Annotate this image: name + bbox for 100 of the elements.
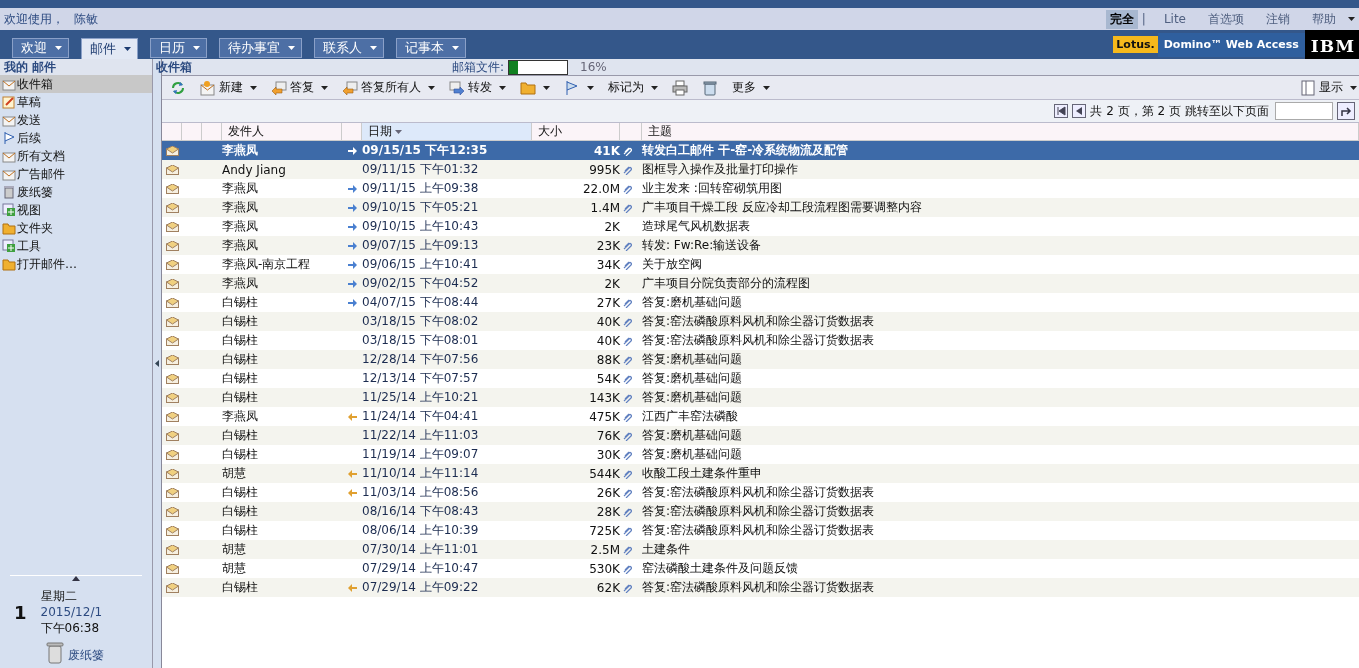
message-row[interactable]: 李燕凤 09/10/15 上午10:43 2K 造球尾气风机数据表 [162, 217, 1359, 236]
caret-icon[interactable] [1348, 17, 1355, 21]
message-row[interactable]: 李燕凤 09/02/15 下午04:52 2K 广丰项目分院负责部分的流程图 [162, 274, 1359, 293]
toolbar-button[interactable] [700, 79, 720, 96]
header-link[interactable]: 注销 [1262, 9, 1294, 29]
date-cell-text: 07/29/14 上午10:47 [362, 560, 480, 577]
message-row[interactable]: 白锡柱 11/25/14 上午10:21 143K 答复:磨机基础问题 [162, 388, 1359, 407]
envelope-icon [165, 373, 179, 384]
caret-icon [321, 85, 328, 90]
toolbar-button[interactable]: 答复 [269, 79, 330, 96]
message-row[interactable]: 白锡柱 03/18/15 下午08:02 40K 答复:窑法磷酸原料风机和除尘器订货数据表 [162, 312, 1359, 331]
column-header[interactable]: 日期 [362, 123, 532, 140]
date-cell-text: 09/02/15 下午04:52 [362, 275, 480, 292]
message-row[interactable]: 胡慧 07/29/14 上午10:47 530K 窑法磷酸土建条件及问题反馈 [162, 559, 1359, 578]
sidebar-item[interactable]: 打开邮件… [0, 255, 152, 273]
size-cell-text: 34K [595, 257, 620, 272]
message-row[interactable]: 白锡柱 11/19/14 上午09:07 30K 答复:磨机基础问题 [162, 445, 1359, 464]
column-header[interactable]: 大小 [532, 123, 620, 140]
envelope-icon [165, 316, 179, 327]
sidebar-item[interactable]: 收件箱 [0, 75, 152, 93]
sidebar-item[interactable]: 所有文档 [0, 147, 152, 165]
nav-tab[interactable]: 邮件 [81, 38, 138, 59]
subject-cell-text: 答复:磨机基础问题 [642, 389, 744, 406]
size-cell-text: 995K [588, 162, 620, 177]
date-cell-text: 11/25/14 上午10:21 [362, 389, 480, 406]
sidebar-item[interactable]: 工具 [0, 237, 152, 255]
message-row[interactable]: 白锡柱 08/16/14 下午08:43 28K 答复:窑法磷酸原料风机和除尘器订货数据表 [162, 502, 1359, 521]
message-row[interactable]: 李燕凤 09/10/15 下午05:21 1.4M 广丰项目干燥工段 反应冷却工段流程图需要调整内容 [162, 198, 1359, 217]
toolbar-button[interactable]: 更多 [730, 79, 772, 96]
toolbar-button[interactable]: 答复所有人 [340, 79, 437, 96]
nav-tab[interactable]: 记事本 [396, 38, 466, 58]
column-header[interactable]: 发件人 [222, 123, 342, 140]
date-cell-text: 07/30/14 上午11:01 [362, 541, 480, 558]
message-row[interactable]: 白锡柱 07/29/14 上午09:22 62K 答复:窑法磷酸原料风机和除尘器订货数据表 [162, 578, 1359, 597]
size-cell-text: 40K [595, 314, 620, 329]
message-row[interactable]: 白锡柱 12/13/14 下午07:57 54K 答复:磨机基础问题 [162, 369, 1359, 388]
envelope-icon [165, 335, 179, 346]
message-row[interactable]: 白锡柱 11/03/14 上午08:56 26K 答复:窑法磷酸原料风机和除尘器订货数据表 [162, 483, 1359, 502]
toolbar-button[interactable] [518, 79, 552, 96]
sidebar-item[interactable]: 废纸篓 [0, 183, 152, 201]
envelope-icon [2, 113, 16, 127]
message-row[interactable]: 白锡柱 08/06/14 上午10:39 725K 答复:窑法磷酸原料风机和除尘器订货数据表 [162, 521, 1359, 540]
message-row[interactable]: Andy Jiang 09/11/15 下午01:32 995K 图框导入操作及批量打印操作 [162, 160, 1359, 179]
collapse-icon[interactable] [72, 576, 80, 581]
trash-link[interactable]: 废纸篓 [68, 647, 104, 664]
sidebar-item[interactable]: 草稿 [0, 93, 152, 111]
envelope-icon [165, 164, 179, 175]
message-row[interactable]: 胡慧 11/10/14 上午11:14 544K 收酸工段土建条件重申 [162, 464, 1359, 483]
toolbar-button[interactable]: 新建 [198, 79, 259, 96]
sidebar-item[interactable]: 文件夹 [0, 219, 152, 237]
sender-cell-text: 白锡柱 [222, 370, 259, 387]
header-link[interactable]: Lite [1159, 11, 1190, 27]
header-link[interactable]: 首选项 [1204, 9, 1248, 29]
caret-icon [288, 46, 295, 50]
nav-tab[interactable]: 日历 [150, 38, 207, 58]
header-link[interactable]: 完全 [1105, 9, 1138, 29]
message-row[interactable]: 李燕凤 09/15/15 下午12:35 41K 转发白工邮件 干-窑-冷系统物流及配管 [162, 141, 1359, 160]
message-row[interactable]: 白锡柱 03/18/15 下午08:01 40K 答复:窑法磷酸原料风机和除尘器订货数据表 [162, 331, 1359, 350]
size-cell-text: 76K [595, 428, 620, 443]
message-row[interactable]: 胡慧 07/30/14 上午11:01 2.5M 土建条件 [162, 540, 1359, 559]
toolbar-button[interactable]: 转发 [447, 79, 508, 96]
trash-icon [2, 185, 16, 199]
collapse-icon[interactable] [155, 360, 159, 367]
message-row[interactable]: 白锡柱 11/22/14 上午11:03 76K 答复:磨机基础问题 [162, 426, 1359, 445]
subject-cell-text: 答复:窑法磷酸原料风机和除尘器订货数据表 [642, 579, 876, 596]
message-row[interactable]: 李燕凤-南京工程 09/06/15 上午10:41 34K 关于放空阀 [162, 255, 1359, 274]
caret-icon [587, 85, 594, 90]
envelope-icon [165, 487, 179, 498]
nav-tab[interactable]: 待办事宜 [219, 38, 302, 58]
nav-tab[interactable]: 欢迎 [12, 38, 69, 58]
toolbar-button[interactable]: 标记为 [606, 79, 660, 96]
printer-icon [672, 79, 688, 96]
sender-cell-text: 胡慧 [222, 541, 247, 558]
date-cell-text: 11/19/14 上午09:07 [362, 446, 480, 463]
message-row[interactable]: 李燕凤 09/07/15 上午09:13 23K 转发: Fw:Re:输送设备 [162, 236, 1359, 255]
column-header[interactable]: 主题 [642, 123, 1359, 140]
sidebar-item[interactable]: 发送 [0, 111, 152, 129]
size-cell-text: 26K [595, 485, 620, 500]
subject-cell-text: 答复:窑法磷酸原料风机和除尘器订货数据表 [642, 522, 876, 539]
header-link[interactable]: 帮助 [1308, 9, 1340, 29]
size-cell-text: 544K [588, 466, 620, 481]
date-cell-text: 11/10/14 上午11:14 [362, 465, 480, 482]
sidebar-item[interactable]: 广告邮件 [0, 165, 152, 183]
sidebar-item[interactable]: 视图 [0, 201, 152, 219]
message-row[interactable]: 白锡柱 04/07/15 下午08:44 27K 答复:磨机基础问题 [162, 293, 1359, 312]
toolbar-button[interactable] [670, 79, 690, 96]
display-button[interactable]: 显示 [1298, 79, 1359, 96]
caret-icon [763, 85, 770, 90]
message-row[interactable]: 白锡柱 12/28/14 下午07:56 88K 答复:磨机基础问题 [162, 350, 1359, 369]
subject-cell-text: 窑法磷酸土建条件及问题反馈 [642, 560, 799, 577]
page-input[interactable] [1275, 102, 1333, 120]
size-cell-text: 28K [595, 504, 620, 519]
sidebar-item[interactable]: 后续 [0, 129, 152, 147]
first-page-icon[interactable] [1054, 104, 1069, 118]
nav-tab[interactable]: 联系人 [314, 38, 384, 58]
day-number: 1 [14, 601, 27, 623]
previous-page-icon[interactable] [1072, 104, 1087, 118]
sender-cell-text: 白锡柱 [222, 389, 259, 406]
message-row[interactable]: 李燕凤 11/24/14 下午04:41 475K 江西广丰窑法磷酸 [162, 407, 1359, 426]
message-row[interactable]: 李燕凤 09/11/15 上午09:38 22.0M 业主发来 :回转窑砌筑用图 [162, 179, 1359, 198]
